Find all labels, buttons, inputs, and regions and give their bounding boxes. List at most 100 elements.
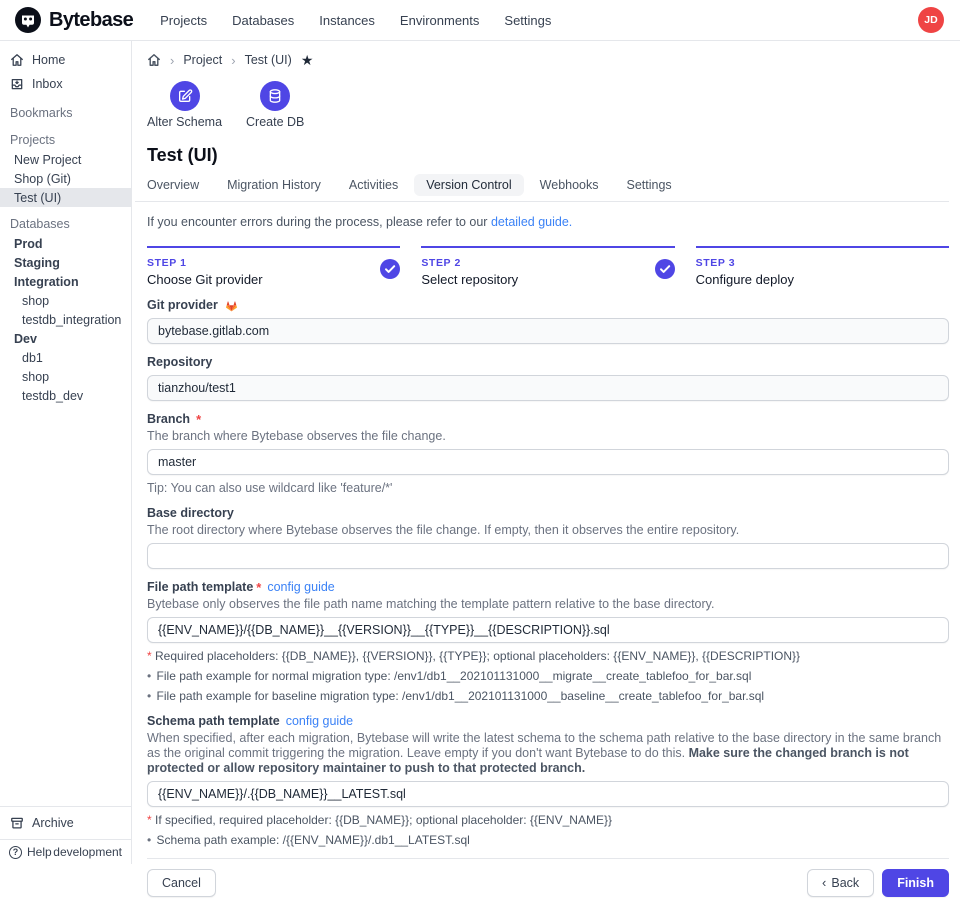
nav-link-instances[interactable]: Instances	[319, 13, 375, 28]
branch-field: Branch * The branch where Bytebase obser…	[147, 411, 949, 495]
version-label: development	[53, 845, 122, 859]
chevron-right-icon: ›	[170, 53, 174, 68]
cancel-button[interactable]: Cancel	[147, 869, 216, 897]
sidebar-sections: BookmarksProjectsNew ProjectShop (Git)Te…	[0, 103, 131, 405]
notice-text: If you encounter errors during the proce…	[147, 215, 491, 229]
tab-webhooks[interactable]: Webhooks	[528, 174, 611, 196]
schema-path-example: • Schema path example: /{{ENV_NAME}}/.db…	[147, 833, 949, 847]
archive-icon	[10, 816, 24, 830]
quick-actions: Alter Schema Create DB	[147, 81, 949, 129]
sidebar-item-dev[interactable]: Dev	[0, 329, 131, 348]
branch-label: Branch	[147, 412, 190, 426]
gitlab-icon	[224, 298, 239, 313]
schema-path-template-field: Schema path template config guide When s…	[147, 713, 949, 847]
step-title: Configure deploy	[696, 272, 949, 287]
base-directory-field: Base directory The root directory where …	[147, 505, 949, 569]
back-button[interactable]: ‹ Back	[807, 869, 874, 897]
sidebar-item-staging[interactable]: Staging	[0, 253, 131, 272]
step-1: STEP 1Choose Git provider	[147, 246, 400, 287]
sidebar-item-test-ui[interactable]: Test (UI)	[0, 188, 131, 207]
brand-name: Bytebase	[49, 9, 133, 32]
step-label: STEP 1	[147, 257, 400, 269]
note-text: If specified, required placeholder: {{DB…	[155, 813, 612, 827]
nav-link-projects[interactable]: Projects	[160, 13, 207, 28]
note-text: File path example for baseline migration…	[157, 689, 765, 703]
detailed-guide-link[interactable]: detailed guide.	[491, 215, 572, 229]
sidebar-item-shop-git[interactable]: Shop (Git)	[0, 169, 131, 188]
sidebar-item-shop[interactable]: shop	[0, 367, 131, 386]
create-db-button[interactable]: Create DB	[246, 81, 304, 129]
bytebase-logo[interactable]: Bytebase	[14, 6, 133, 34]
chevron-right-icon: ›	[231, 53, 235, 68]
nav-link-databases[interactable]: Databases	[232, 13, 294, 28]
sidebar-item-shop[interactable]: shop	[0, 291, 131, 310]
finish-button[interactable]: Finish	[882, 869, 949, 897]
tab-settings[interactable]: Settings	[615, 174, 684, 196]
step-label: STEP 3	[696, 257, 949, 269]
sidebar-section-databases: Databases	[0, 214, 131, 234]
top-nav: Bytebase Projects Databases Instances Envir…	[0, 0, 960, 41]
sidebar-item-integration[interactable]: Integration	[0, 272, 131, 291]
user-avatar[interactable]: JD	[918, 7, 944, 33]
edit-icon	[170, 81, 200, 111]
help-button[interactable]: ? Help	[9, 845, 52, 859]
sidebar-item-prod[interactable]: Prod	[0, 234, 131, 253]
vcs-config-form: Git provider Repository	[147, 287, 949, 847]
file-path-template-field: File path template * config guide Byteba…	[147, 579, 949, 703]
create-db-label: Create DB	[246, 115, 304, 129]
tab-version-control[interactable]: Version Control	[414, 174, 523, 196]
favorite-star-icon[interactable]: ★	[301, 54, 314, 66]
sidebar: Home Inbox BookmarksProjectsNew ProjectS…	[0, 41, 132, 864]
file-path-example-baseline: • File path example for baseline migrati…	[147, 689, 949, 703]
nav-link-settings[interactable]: Settings	[504, 13, 551, 28]
branch-input[interactable]	[147, 449, 949, 475]
schema-path-required-note: * If specified, required placeholder: {{…	[147, 813, 949, 827]
repository-label: Repository	[147, 355, 212, 369]
file-path-template-input[interactable]	[147, 617, 949, 643]
repository-field: Repository	[147, 354, 949, 401]
step-title: Select repository	[421, 272, 674, 287]
sidebar-section-projects: Projects	[0, 130, 131, 150]
sidebar-item-testdb-integration[interactable]: testdb_integration	[0, 310, 131, 329]
sidebar-item-archive[interactable]: Archive	[0, 806, 131, 839]
steps: STEP 1Choose Git provider STEP 2 Select r…	[147, 246, 949, 287]
alter-schema-label: Alter Schema	[147, 115, 222, 129]
home-icon[interactable]	[147, 53, 161, 67]
sidebar-item-new-project[interactable]: New Project	[0, 150, 131, 169]
tab-overview[interactable]: Overview	[135, 174, 211, 196]
breadcrumb-current[interactable]: Test (UI)	[245, 53, 292, 67]
schema-path-template-label: Schema path template	[147, 714, 280, 728]
tab-activities[interactable]: Activities	[337, 174, 410, 196]
breadcrumb: › Project › Test (UI) ★	[147, 53, 949, 67]
branch-tip: Tip: You can also use wildcard like 'fea…	[147, 481, 949, 495]
git-provider-input[interactable]	[147, 318, 949, 344]
file-path-config-guide-link[interactable]: config guide	[267, 580, 334, 594]
alter-schema-button[interactable]: Alter Schema	[147, 81, 222, 129]
bullet-marker: •	[147, 669, 151, 683]
required-marker: *	[196, 412, 201, 427]
breadcrumb-project[interactable]: Project	[183, 53, 222, 67]
sidebar-item-inbox[interactable]: Inbox	[0, 72, 131, 96]
schema-path-template-input[interactable]	[147, 781, 949, 807]
database-icon	[260, 81, 290, 111]
tab-migration-history[interactable]: Migration History	[215, 174, 333, 196]
git-provider-label: Git provider	[147, 298, 218, 312]
home-icon	[10, 53, 24, 67]
nav-link-environments[interactable]: Environments	[400, 13, 479, 28]
bullet-marker: •	[147, 689, 151, 703]
sidebar-item-testdb-dev[interactable]: testdb_dev	[0, 386, 131, 405]
required-marker: *	[147, 813, 152, 827]
sidebar-item-home[interactable]: Home	[0, 48, 131, 72]
back-label: Back	[831, 876, 859, 890]
sidebar-item-db1[interactable]: db1	[0, 348, 131, 367]
schema-path-config-guide-link[interactable]: config guide	[286, 714, 353, 728]
step-label: STEP 2	[421, 257, 674, 269]
repository-input[interactable]	[147, 375, 949, 401]
step-2: STEP 2 Select repository	[421, 246, 674, 287]
step-3: STEP 3 Configure deploy	[696, 246, 949, 287]
file-path-template-description: Bytebase only observes the file path nam…	[147, 597, 949, 612]
schema-path-template-description: When specified, after each migration, By…	[147, 731, 949, 776]
base-directory-input[interactable]	[147, 543, 949, 569]
question-mark-icon: ?	[9, 846, 22, 859]
sidebar-footer: ? Help development	[0, 839, 131, 864]
